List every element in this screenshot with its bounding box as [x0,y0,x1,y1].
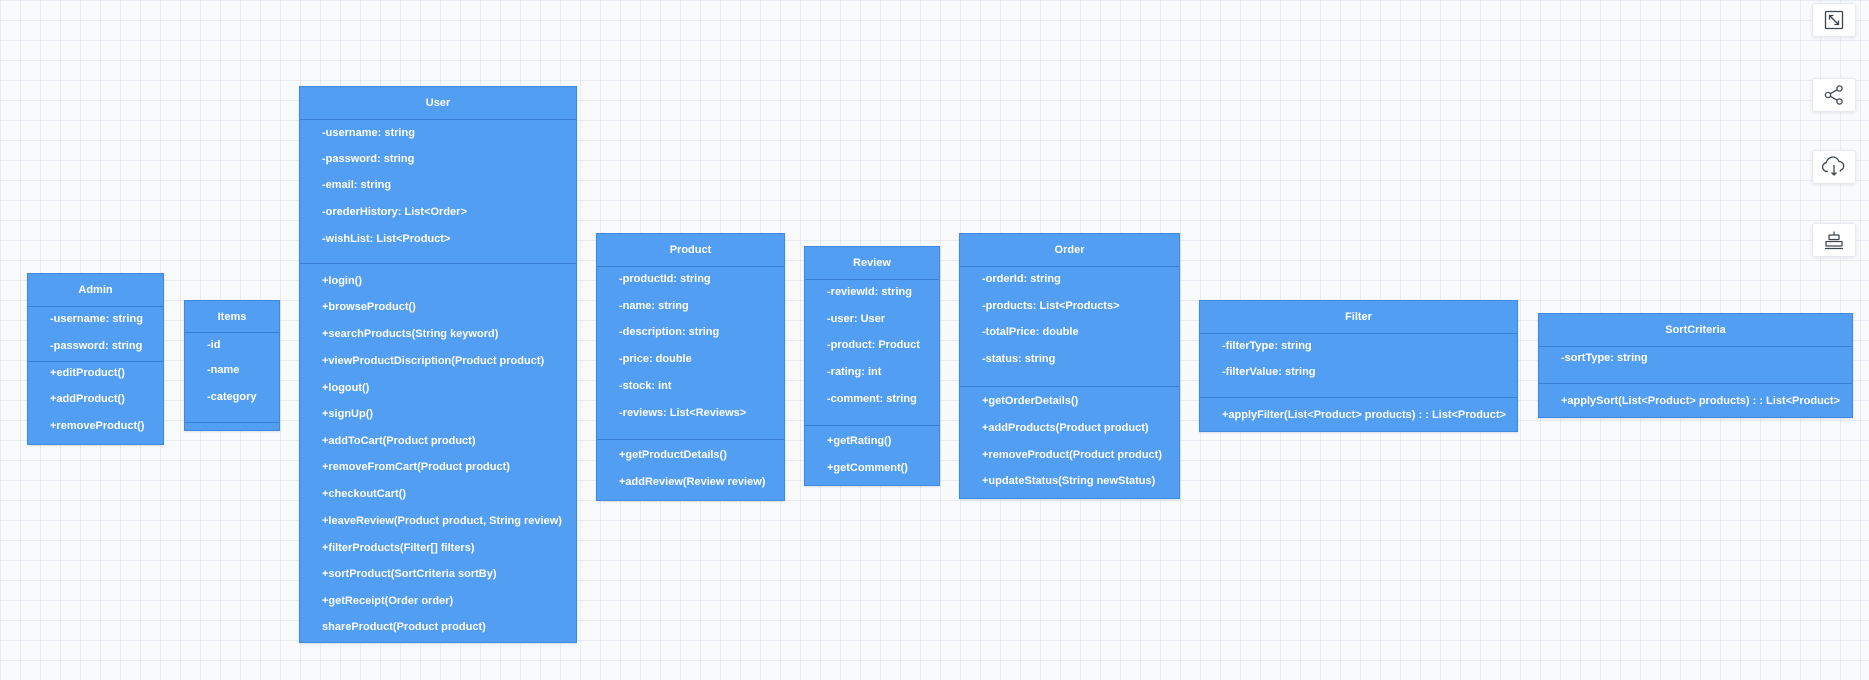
class-name: Filter [1200,301,1517,334]
class-method: +getReceipt(Order order) [322,595,454,607]
class-name: User [300,87,576,120]
align-center-icon [1824,230,1844,250]
class-items[interactable]: Items -id -name -category [184,300,280,431]
class-method: +updateStatus(String newStatus) [982,475,1156,487]
class-order[interactable]: Order -orderId: string -products: List<Pro… [959,233,1180,499]
class-attribute: -orederHistory: List<Order> [322,206,467,218]
class-name: SortCriteria [1539,314,1852,347]
class-attribute: -products: List<Products> [982,300,1120,312]
class-method: +login() [322,275,363,287]
class-method: +addProducts(Product product) [982,422,1149,434]
class-method: +removeProduct(Product product) [982,449,1162,461]
class-attribute: -totalPrice: double [982,326,1079,338]
class-method: +getOrderDetails() [982,395,1079,407]
class-attribute: -password: string [322,153,415,165]
class-attribute: -username: string [50,313,143,325]
class-method: +addReview(Review review) [619,476,766,488]
class-filter[interactable]: Filter -filterType: string -filterValue: s… [1199,300,1518,432]
class-attribute: -productId: string [619,273,711,285]
class-method: +getComment() [827,462,908,474]
class-name: Admin [28,274,163,307]
methods-section [300,264,576,644]
class-attribute: -filterType: string [1222,340,1312,352]
class-method: +leaveReview(Product product, String rev… [322,515,562,527]
class-name: Order [960,234,1179,267]
class-method: +removeProduct() [50,420,145,432]
class-attribute: -filterValue: string [1222,366,1316,378]
class-method: +checkoutCart() [322,488,407,500]
share-icon [1823,84,1845,106]
class-attribute: -email: string [322,179,392,191]
class-attribute: -description: string [619,326,720,338]
class-method: +addProduct() [50,393,125,405]
class-attribute: -id [207,339,221,351]
diagram-canvas[interactable]: Admin -username: string -password: string +… [0,0,1869,680]
class-attribute: -comment: string [827,393,917,405]
class-method: +searchProducts(String keyword) [322,328,499,340]
attributes-section [185,333,279,423]
class-attribute: -stock: int [619,380,672,392]
fullscreen-button[interactable] [1812,3,1856,37]
methods-section [185,423,279,432]
class-attribute: -wishList: List<Product> [322,233,451,245]
share-button[interactable] [1812,78,1856,112]
fullscreen-icon [1824,10,1844,30]
class-attribute: -password: string [50,340,143,352]
class-method: +browseProduct() [322,301,416,313]
class-method: +signUp() [322,408,374,420]
class-name: Review [805,247,939,280]
class-attribute: -rating: int [827,366,882,378]
class-attribute: -name: string [619,300,689,312]
class-attribute: -status: string [982,353,1056,365]
class-name: Items [185,301,279,333]
class-admin[interactable]: Admin -username: string -password: string +… [27,273,164,445]
class-method: +editProduct() [50,367,125,379]
class-name: Product [597,234,784,267]
class-method: +getRating() [827,435,892,447]
class-sortcriteria[interactable]: SortCriteria -sortType: string +applySort(… [1538,313,1853,418]
class-method: +applySort(List<Product> products) : : L… [1561,395,1841,407]
class-attribute: -user: User [827,313,886,325]
class-attribute: -reviewId: string [827,286,912,298]
class-method: +applyFilter(List<Product> products) : :… [1222,409,1506,421]
align-button[interactable] [1812,223,1856,257]
class-product[interactable]: Product -productId: string -name: string -d… [596,233,785,501]
class-method: +getProductDetails() [619,449,727,461]
class-method: +sortProduct(SortCriteria sortBy) [322,568,497,580]
class-attribute: -product: Product [827,339,920,351]
class-attribute: -category [207,391,257,403]
class-method: +viewProductDiscription(Product product) [322,355,545,367]
class-user[interactable]: User -username: string -password: string -e… [299,86,577,643]
download-button[interactable] [1812,150,1856,184]
class-attribute: -sortType: string [1561,352,1648,364]
class-attribute: -reviews: List<Reviews> [619,407,747,419]
class-method: +addToCart(Product product) [322,435,476,447]
class-attribute: -price: double [619,353,692,365]
class-attribute: -username: string [322,127,415,139]
class-method: +logout() [322,382,370,394]
class-method: shareProduct(Product product) [322,621,486,633]
class-attribute: -name [207,364,240,376]
class-method: +removeFromCart(Product product) [322,461,510,473]
class-attribute: -orderId: string [982,273,1061,285]
class-method: +filterProducts(Filter[] filters) [322,542,475,554]
cloud-download-icon [1821,156,1847,178]
class-review[interactable]: Review -reviewId: string -user: User -produ… [804,246,940,486]
